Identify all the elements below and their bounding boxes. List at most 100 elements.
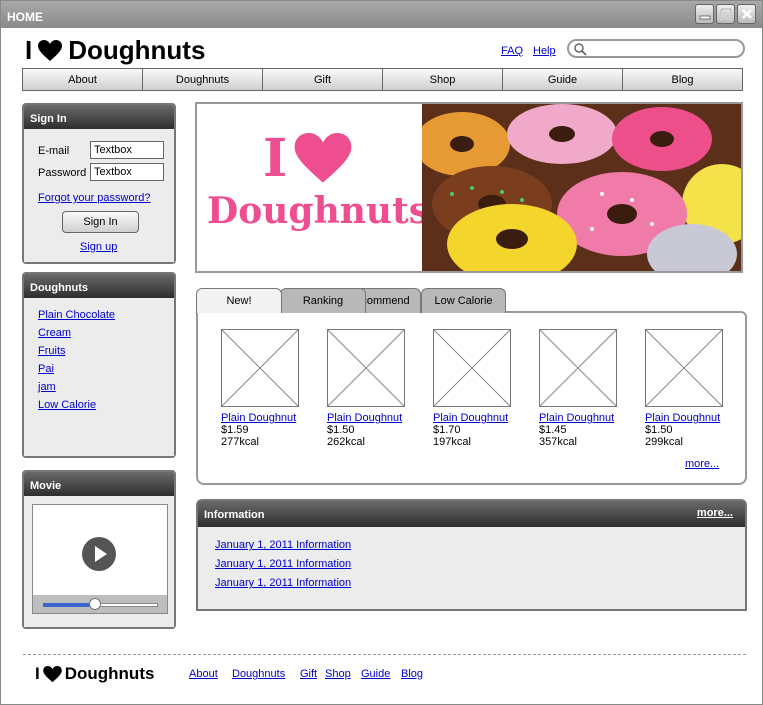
password-field[interactable]: Textbox [90,163,164,181]
information-more-link[interactable]: more... [697,507,733,519]
logo-prefix: I [25,35,33,65]
help-link[interactable]: Help [533,45,556,57]
doughnut-link-fruits[interactable]: Fruits [38,345,66,357]
tab-low-calorie[interactable]: Low Calorie [421,288,506,313]
product-image-placeholder[interactable] [221,329,299,407]
play-icon[interactable] [81,536,117,572]
product-image-placeholder[interactable] [645,329,723,407]
doughnuts-panel: Doughnuts Plain Chocolate Cream Fruits P… [22,272,176,458]
image-placeholder-icon [327,329,405,407]
video-player[interactable] [32,504,168,614]
image-placeholder-icon [221,329,299,407]
faq-link[interactable]: FAQ [501,45,523,57]
product-image-placeholder[interactable] [433,329,511,407]
nav-doughnuts[interactable]: Doughnuts [143,69,263,90]
video-progress-handle[interactable] [89,598,101,610]
nav-blog[interactable]: Blog [623,69,742,90]
doughnuts-photo [422,104,741,271]
product-name-link[interactable]: Plain Doughnut [539,412,619,424]
browser-window: HOME I Doughnuts FAQ Help About Doughnut… [0,0,763,705]
product-image-placeholder[interactable] [539,329,617,407]
product-calories: 299kcal [645,436,683,448]
nav-about[interactable]: About [23,69,143,90]
tab-ranking[interactable]: Ranking [280,288,366,313]
footer-link-shop[interactable]: Shop [325,668,351,680]
footer-link-doughnuts[interactable]: Doughnuts [232,668,285,680]
product-card[interactable]: Plain Doughnut $1.50 299kcal [645,329,725,448]
product-card[interactable]: Plain Doughnut $1.59 277kcal [221,329,301,448]
product-calories: 277kcal [221,436,259,448]
email-label: E-mail [38,145,70,157]
heart-icon [38,39,63,61]
email-field[interactable]: Textbox [90,141,164,159]
movie-title: Movie [24,472,174,496]
doughnut-link-jam[interactable]: jam [38,381,56,393]
search-input[interactable] [591,42,736,55]
information-panel: Information more... January 1, 2011 Info… [196,499,747,611]
tab-new[interactable]: New! [196,288,282,313]
footer-link-guide[interactable]: Guide [361,668,390,680]
image-placeholder-icon [645,329,723,407]
information-title: Information [204,509,265,521]
signin-button[interactable]: Sign In [62,211,139,233]
image-placeholder-icon [433,329,511,407]
minimize-icon [699,15,711,20]
doughnut-link-plain-chocolate[interactable]: Plain Chocolate [38,309,115,321]
nav-gift[interactable]: Gift [263,69,383,90]
site-logo[interactable]: I Doughnuts [25,35,205,66]
window-title: HOME [7,10,43,24]
product-name-link[interactable]: Plain Doughnut [645,412,725,424]
doughnut-link-pai[interactable]: Pai [38,363,54,375]
image-placeholder-icon [539,329,617,407]
product-price: $1.50 [645,424,673,436]
close-button[interactable] [737,4,756,24]
banner-text-area: I Doughnuts [197,104,429,271]
minimize-button[interactable] [695,4,714,24]
search-icon [574,43,587,56]
footer-heart-icon [42,665,62,682]
doughnut-link-cream[interactable]: Cream [38,327,71,339]
signin-panel: Sign In E-mail Textbox Password Textbox … [22,103,176,264]
signup-link[interactable]: Sign up [80,241,117,253]
nav-guide[interactable]: Guide [503,69,623,90]
product-card[interactable]: Plain Doughnut $1.70 197kcal [433,329,513,448]
signin-body: E-mail Textbox Password Textbox Forgot y… [24,129,174,262]
banner-title: Doughnuts [207,190,429,232]
footer-logo-prefix: I [35,664,40,683]
maximize-button[interactable] [716,4,735,24]
maximize-icon [720,8,732,20]
product-name-link[interactable]: Plain Doughnut [433,412,513,424]
product-card[interactable]: Plain Doughnut $1.50 262kcal [327,329,407,448]
product-price: $1.45 [539,424,567,436]
products-more-link[interactable]: more... [685,458,719,470]
search-box[interactable] [567,39,745,58]
footer-logo-name: Doughnuts [64,664,155,683]
footer-link-gift[interactable]: Gift [300,668,317,680]
banner-prefix: I [263,128,288,189]
title-bar: HOME [1,1,762,28]
nav-shop[interactable]: Shop [383,69,503,90]
product-calories: 262kcal [327,436,365,448]
doughnut-link-low-calorie[interactable]: Low Calorie [38,399,96,411]
information-item[interactable]: January 1, 2011 Information [215,558,351,570]
footer-link-blog[interactable]: Blog [401,668,423,680]
information-header: Information more... [198,501,745,527]
footer-link-about[interactable]: About [189,668,218,680]
information-item[interactable]: January 1, 2011 Information [215,577,351,589]
footer-logo[interactable]: I Doughnuts [35,664,154,684]
doughnuts-title: Doughnuts [24,274,174,298]
doughnuts-list: Plain Chocolate Cream Fruits Pai jam Low… [24,298,174,456]
product-name-link[interactable]: Plain Doughnut [327,412,407,424]
movie-panel: Movie [22,470,176,629]
signin-title: Sign In [24,105,174,129]
forgot-password-link[interactable]: Forgot your password? [38,192,151,204]
product-card[interactable]: Plain Doughnut $1.45 357kcal [539,329,619,448]
video-controls [33,595,167,613]
information-item[interactable]: January 1, 2011 Information [215,539,351,551]
hero-banner: I Doughnuts [195,102,743,273]
password-label: Password [38,167,87,179]
movie-body [24,496,174,627]
product-image-placeholder[interactable] [327,329,405,407]
video-progress-fill [43,603,95,607]
product-name-link[interactable]: Plain Doughnut [221,412,301,424]
